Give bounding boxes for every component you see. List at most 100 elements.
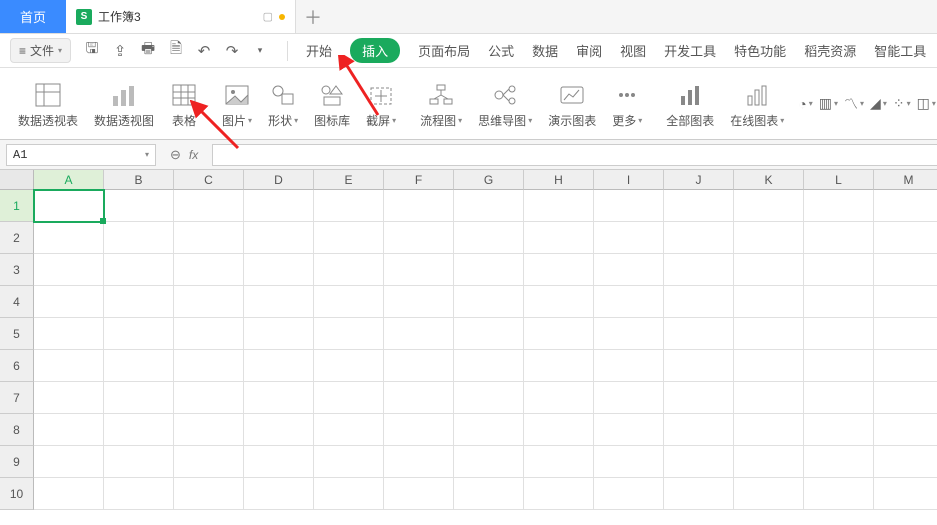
mindmap-button[interactable]: 思维导图▾ [470, 78, 540, 129]
cell[interactable] [664, 350, 734, 382]
cancel-icon[interactable]: ⊖ [170, 147, 181, 163]
cell[interactable] [664, 254, 734, 286]
select-all-corner[interactable] [0, 170, 34, 190]
combo-chart-dropdown[interactable]: ◫▾ [917, 95, 936, 112]
cell[interactable] [34, 286, 104, 318]
tab-resource[interactable]: 稻壳资源 [804, 41, 856, 60]
cell[interactable] [734, 414, 804, 446]
cell[interactable] [454, 254, 524, 286]
cell[interactable] [734, 478, 804, 510]
column-header[interactable]: M [874, 170, 937, 190]
cell[interactable] [244, 478, 314, 510]
more-button[interactable]: 更多▾ [604, 78, 650, 129]
cell[interactable] [454, 414, 524, 446]
cell[interactable] [594, 318, 664, 350]
cell[interactable] [104, 318, 174, 350]
cell[interactable] [384, 350, 454, 382]
cell[interactable] [734, 222, 804, 254]
cell[interactable] [804, 446, 874, 478]
cell[interactable] [594, 350, 664, 382]
cell[interactable] [314, 222, 384, 254]
cell[interactable] [804, 350, 874, 382]
cell[interactable] [664, 286, 734, 318]
row-header[interactable]: 5 [0, 318, 34, 350]
undo-button[interactable]: ↶ [193, 40, 215, 62]
cell[interactable] [244, 446, 314, 478]
cell[interactable] [34, 222, 104, 254]
cell[interactable] [524, 382, 594, 414]
cell[interactable] [874, 190, 937, 222]
cell[interactable] [104, 382, 174, 414]
cell[interactable] [104, 222, 174, 254]
cell[interactable] [524, 318, 594, 350]
cell[interactable] [454, 222, 524, 254]
cell[interactable] [734, 446, 804, 478]
cell[interactable] [804, 318, 874, 350]
tab-smart[interactable]: 智能工具 [874, 41, 926, 60]
cell[interactable] [174, 350, 244, 382]
demo-chart-button[interactable]: 演示图表 [540, 78, 604, 129]
cell[interactable] [594, 414, 664, 446]
print-button[interactable]: 🖶 [137, 40, 159, 62]
cell[interactable] [804, 286, 874, 318]
cell[interactable] [874, 318, 937, 350]
all-charts-button[interactable]: 全部图表 [658, 78, 722, 129]
print-preview-button[interactable]: 🗎 [165, 40, 187, 62]
cell[interactable] [104, 350, 174, 382]
cell[interactable] [174, 190, 244, 222]
cell[interactable] [524, 446, 594, 478]
scatter-chart-dropdown[interactable]: ⁘▾ [893, 95, 911, 112]
cell[interactable] [524, 414, 594, 446]
cell[interactable] [524, 286, 594, 318]
cell[interactable] [384, 190, 454, 222]
cell[interactable] [454, 190, 524, 222]
new-tab-button[interactable]: ＋ [296, 0, 330, 33]
cell[interactable] [104, 414, 174, 446]
shapes-button[interactable]: 形状▾ [260, 78, 306, 129]
cell[interactable] [174, 446, 244, 478]
tab-special[interactable]: 特色功能 [734, 41, 786, 60]
cell[interactable] [664, 446, 734, 478]
screenshot-button[interactable]: 截屏▾ [358, 78, 404, 129]
row-header[interactable]: 2 [0, 222, 34, 254]
cell[interactable] [594, 382, 664, 414]
cell[interactable] [454, 318, 524, 350]
tab-review[interactable]: 审阅 [576, 41, 602, 60]
cell[interactable] [734, 286, 804, 318]
cell[interactable] [524, 254, 594, 286]
column-header[interactable]: B [104, 170, 174, 190]
cell[interactable] [384, 446, 454, 478]
row-header[interactable]: 1 [0, 190, 34, 222]
share-button[interactable]: ⇪ [109, 40, 131, 62]
column-header[interactable]: G [454, 170, 524, 190]
pie-chart-dropdown[interactable]: ◔▾ [798, 96, 812, 112]
cell[interactable] [384, 222, 454, 254]
cell[interactable] [174, 382, 244, 414]
column-header[interactable]: A [34, 170, 104, 190]
formula-input[interactable] [212, 144, 937, 166]
cell[interactable] [34, 446, 104, 478]
cell[interactable] [34, 190, 104, 222]
cell[interactable] [454, 286, 524, 318]
cell[interactable] [874, 382, 937, 414]
cell[interactable] [314, 478, 384, 510]
cell[interactable] [384, 478, 454, 510]
cell[interactable] [734, 382, 804, 414]
cell[interactable] [454, 350, 524, 382]
cell[interactable] [804, 222, 874, 254]
cell[interactable] [104, 286, 174, 318]
cell[interactable] [524, 222, 594, 254]
cell[interactable] [174, 286, 244, 318]
cell[interactable] [594, 222, 664, 254]
cell[interactable] [454, 478, 524, 510]
qat-dropdown[interactable]: ▾ [249, 40, 271, 62]
cell[interactable] [34, 254, 104, 286]
row-header[interactable]: 3 [0, 254, 34, 286]
document-tab[interactable]: S 工作簿3 ▢ [66, 0, 296, 33]
cell[interactable] [34, 414, 104, 446]
online-chart-button[interactable]: 在线图表▾ [722, 78, 792, 129]
cell[interactable] [594, 190, 664, 222]
cell[interactable] [664, 222, 734, 254]
cell[interactable] [384, 414, 454, 446]
column-header[interactable]: J [664, 170, 734, 190]
